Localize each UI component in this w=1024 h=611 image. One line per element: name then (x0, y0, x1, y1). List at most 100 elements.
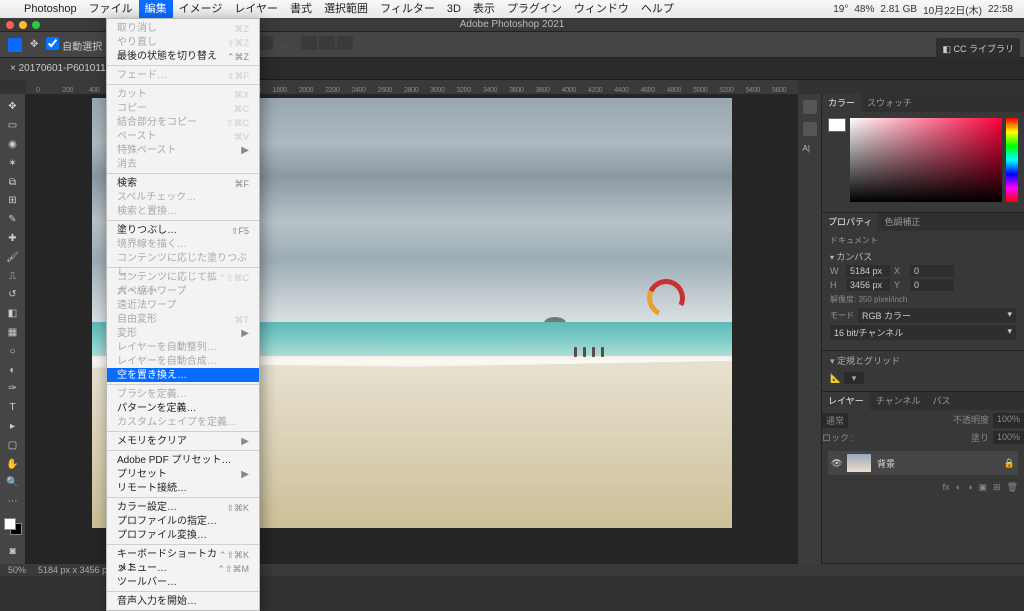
color-mode[interactable]: RGB カラー▾ (858, 308, 1016, 323)
layer-opacity[interactable]: 100% (993, 413, 1024, 428)
blend-mode[interactable]: 通常 (822, 413, 848, 428)
quickmask-tool[interactable]: ◙ (0, 542, 25, 560)
layer-action-icons[interactable]: fx ◐ ◑ ▣ ⊞ 🗑 (822, 479, 1024, 496)
grid-unit[interactable]: ▾ (844, 372, 865, 384)
menu-item-検索と置換…: 検索と置換… (107, 204, 259, 218)
cc-libraries-panel[interactable]: CC ライブラリ (936, 38, 1020, 59)
visibility-icon[interactable]: 👁 (831, 458, 841, 469)
menu-item-プロファイルの指定…[interactable]: プロファイルの指定… (107, 514, 259, 528)
tab-swatches[interactable]: スウォッチ (861, 94, 918, 112)
menu-item-リモート接続…[interactable]: リモート接続… (107, 481, 259, 495)
menu-item-最後の状態を切り替え[interactable]: 最後の状態を切り替え⌃⌘Z (107, 49, 259, 63)
menu-select[interactable]: 選択範囲 (318, 0, 374, 18)
tab-adjustments[interactable]: 色調補正 (878, 213, 926, 231)
minimize-icon[interactable] (19, 21, 27, 29)
menu-item-ツールバー…[interactable]: ツールバー… (107, 575, 259, 589)
tab-properties[interactable]: プロパティ (822, 213, 878, 231)
lock-icon[interactable]: 🔒 (1004, 458, 1015, 469)
history-brush-tool[interactable]: ↺ (0, 286, 25, 304)
home-icon[interactable] (8, 38, 22, 52)
zoom-level[interactable]: 50% (8, 565, 26, 575)
menu-item-メニュー…[interactable]: メニュー…⌃⇧⌘M (107, 561, 259, 575)
shape-tool[interactable]: ▢ (0, 436, 25, 454)
menu-view[interactable]: 表示 (467, 0, 501, 18)
zoom-tool[interactable]: 🔍 (0, 474, 25, 492)
blur-tool[interactable]: ○ (0, 342, 25, 360)
pen-tool[interactable]: ✑ (0, 380, 25, 398)
layer-fill[interactable]: 100% (993, 431, 1024, 444)
move-tool-icon[interactable]: ✥ (30, 39, 38, 50)
canvas-x[interactable]: 0 (910, 265, 954, 277)
move-tool[interactable]: ✥ (0, 98, 25, 116)
menu-item-空を置き換え…[interactable]: 空を置き換え… (107, 368, 259, 382)
menu-item-検索[interactable]: 検索⌘F (107, 176, 259, 190)
menu-type[interactable]: 書式 (284, 0, 318, 18)
eyedropper-tool[interactable]: ✎ (0, 211, 25, 229)
traffic-lights[interactable] (6, 21, 40, 29)
wand-tool[interactable]: ✶ (0, 154, 25, 172)
tab-channels[interactable]: チャンネル (870, 392, 927, 410)
crop-tool[interactable]: ⧉ (0, 173, 25, 191)
layer-thumbnail[interactable] (847, 454, 871, 472)
menu-item-音声入力を開始…[interactable]: 音声入力を開始… (107, 594, 259, 608)
fx-icon[interactable]: fx (943, 482, 950, 493)
menu-plugin[interactable]: プラグイン (501, 0, 568, 18)
auto-select-checkbox[interactable]: 自動選択 : (46, 37, 107, 53)
menu-item-プリセット[interactable]: プリセット▶ (107, 467, 259, 481)
canvas-width[interactable]: 5184 px (846, 265, 890, 277)
menu-filter[interactable]: フィルター (374, 0, 441, 18)
tab-layers[interactable]: レイヤー (822, 392, 870, 410)
canvas-height[interactable]: 3456 px (846, 279, 890, 291)
bit-depth[interactable]: 16 bit/チャンネル▾ (830, 325, 1016, 340)
type-tool[interactable]: T (0, 399, 25, 417)
menu-item-パターンを定義…[interactable]: パターンを定義… (107, 401, 259, 415)
menu-item-カラー設定…[interactable]: カラー設定…⇧⌘K (107, 500, 259, 514)
panel-icon-3[interactable]: A| (803, 144, 817, 158)
menu-item-メモリをクリア[interactable]: メモリをクリア▶ (107, 434, 259, 448)
menu-image[interactable]: イメージ (173, 0, 229, 18)
hand-tool[interactable]: ✋ (0, 455, 25, 473)
gradient-tool[interactable]: ▦ (0, 324, 25, 342)
menu-item-キーボードショートカット…[interactable]: キーボードショートカット…⌃⇧⌘K (107, 547, 259, 561)
menu-item-塗りつぶし…[interactable]: 塗りつぶし…⇧F5 (107, 223, 259, 237)
frame-tool[interactable]: ⊞ (0, 192, 25, 210)
menu-window[interactable]: ウィンドウ (568, 0, 635, 18)
stamp-tool[interactable]: ⎍ (0, 267, 25, 285)
collapsed-panel-icons[interactable]: A| (798, 94, 822, 564)
tab-color[interactable]: カラー (822, 94, 861, 112)
brush-tool[interactable]: 🖌 (0, 248, 25, 266)
menu-layer[interactable]: レイヤー (228, 0, 284, 18)
menu-item-プロファイル変換…[interactable]: プロファイル変換… (107, 528, 259, 542)
dodge-tool[interactable]: ◐ (0, 361, 25, 379)
canvas-section[interactable]: カンバス (830, 250, 1016, 263)
tab-paths[interactable]: パス (926, 392, 956, 410)
trash-icon[interactable]: 🗑 (1007, 482, 1018, 493)
menu-help[interactable]: ヘルプ (635, 0, 680, 18)
ruler-grid-header[interactable]: ▾ 定規とグリッド (830, 356, 900, 366)
adjust-icon[interactable]: ◑ (967, 482, 972, 493)
panel-icon-1[interactable] (803, 100, 817, 114)
folder-icon[interactable]: ▣ (979, 482, 988, 493)
path-tool[interactable]: ▸ (0, 418, 25, 436)
panel-icon-2[interactable] (803, 122, 817, 136)
canvas-y[interactable]: 0 (910, 279, 954, 291)
color-swatches[interactable] (4, 518, 22, 536)
menu-photoshop[interactable]: Photoshop (18, 0, 83, 18)
mask-icon[interactable]: ◐ (956, 482, 961, 493)
ruler-icon[interactable]: 📐 (830, 373, 841, 383)
menu-3d[interactable]: 3D (441, 0, 467, 18)
menu-item-Adobe PDF プリセット…[interactable]: Adobe PDF プリセット… (107, 453, 259, 467)
new-layer-icon[interactable]: ⊞ (993, 482, 1001, 493)
zoom-icon[interactable] (32, 21, 40, 29)
marquee-tool[interactable]: ▭ (0, 117, 25, 135)
heal-tool[interactable]: ✚ (0, 230, 25, 248)
color-picker[interactable] (822, 112, 1024, 208)
edit-toolbar[interactable]: ⋯ (0, 493, 25, 511)
close-icon[interactable] (6, 21, 14, 29)
menu-edit[interactable]: 編集 (139, 0, 173, 18)
lasso-tool[interactable]: ◉ (0, 136, 25, 154)
menu-file[interactable]: ファイル (83, 0, 139, 18)
eraser-tool[interactable]: ◧ (0, 305, 25, 323)
layer-name[interactable]: 背景 (877, 457, 895, 470)
layer-background[interactable]: 👁 背景 🔒 (828, 451, 1018, 475)
